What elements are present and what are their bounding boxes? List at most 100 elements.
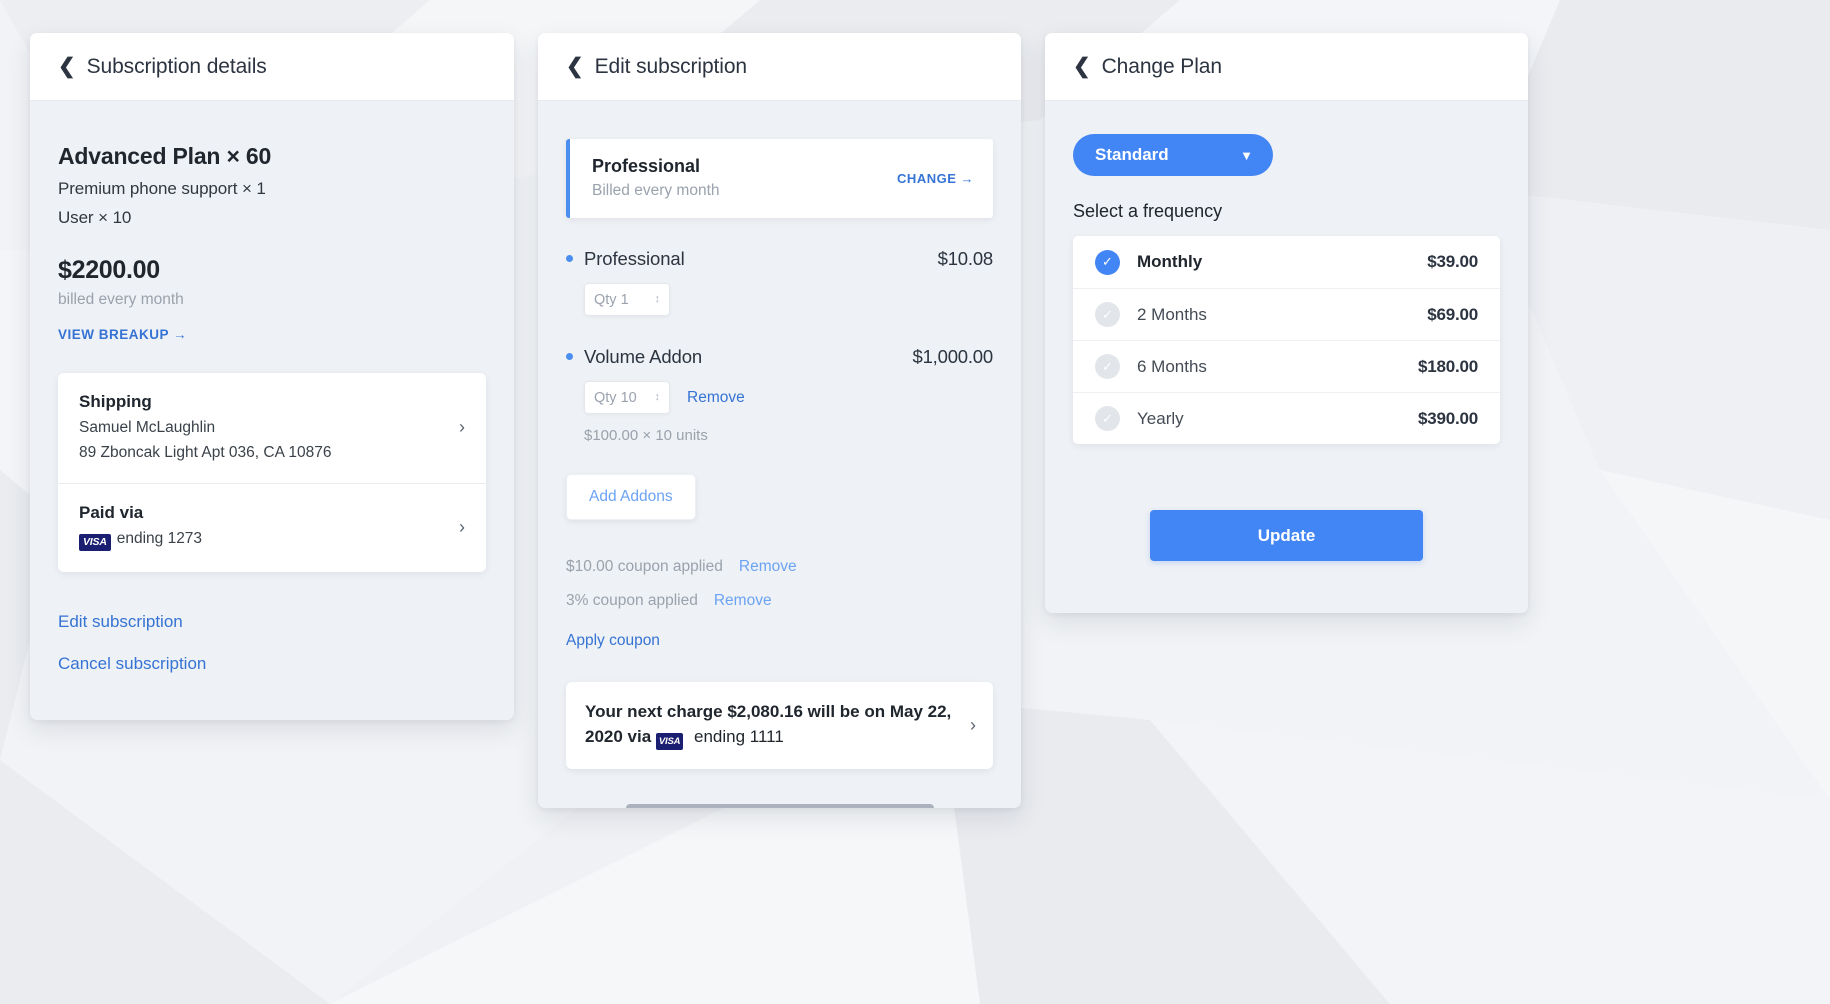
edit-panel-header: ❮ Edit subscription [538,33,1021,101]
current-plan-name: Professional [592,156,701,176]
shipping-row[interactable]: Shipping Samuel McLaughlin 89 Zboncak Li… [58,373,486,483]
line-item-header: Volume Addon $1,000.00 [566,346,993,368]
bullet-icon [566,353,573,360]
plan-addon-line-1: Premium phone support × 1 [58,179,266,198]
change-plan-link[interactable]: CHANGE → [897,171,974,186]
change-plan-panel: ❮ Change Plan Standard ▼ Select a freque… [1045,33,1528,613]
details-panel-title: Subscription details [86,54,267,78]
plan-addon-line-2: User × 10 [58,208,132,227]
quantity-stepper[interactable]: Qty 1 ↕ [584,283,670,316]
remove-line-item-link[interactable]: Remove [687,389,745,407]
stepper-updown-icon[interactable]: ↕ [655,392,661,403]
details-panel-body: Advanced Plan × 60 Premium phone support… [30,143,514,674]
line-item-name: Volume Addon [584,346,703,367]
current-plan-cycle: Billed every month [592,182,720,199]
remove-coupon-link[interactable]: Remove [739,558,797,576]
plan-billing-cycle: billed every month [58,291,184,308]
back-chevron-icon[interactable]: ❮ [566,56,584,77]
change-panel-body: Standard ▼ Select a frequency ✓ Monthly … [1045,101,1528,561]
next-charge-text: Your next charge $2,080.16 will be on Ma… [585,700,960,751]
coupon-text: $10.00 coupon applied [566,558,723,575]
frequency-name: 6 Months [1137,356,1207,376]
visa-card-icon: VISA [79,534,111,551]
quantity-stepper[interactable]: Qty 10 ↕ [584,381,670,414]
quantity-value: Qty 1 [594,291,629,308]
coupon-row: 3% coupon applied Remove [566,592,993,610]
plan-select-dropdown[interactable]: Standard ▼ [1073,134,1273,176]
current-plan-banner: Professional Billed every month CHANGE → [566,139,993,218]
details-action-links: Edit subscription Cancel subscription [58,612,486,674]
current-plan-text: Professional Billed every month [592,156,897,200]
check-circle-icon: ✓ [1095,354,1120,379]
line-item-name: Professional [584,248,685,269]
cancel-subscription-link[interactable]: Cancel subscription [58,654,486,674]
line-item-controls: Qty 1 ↕ [584,283,993,316]
back-chevron-icon[interactable]: ❮ [58,56,76,77]
details-panel-header: ❮ Subscription details [30,33,514,101]
remove-coupon-link[interactable]: Remove [714,592,772,610]
next-charge-card[interactable]: Your next charge $2,080.16 will be on Ma… [566,682,993,770]
paid-via-card-text: ending 1273 [116,530,203,547]
frequency-section-label: Select a frequency [1073,201,1223,221]
edit-subscription-panel: ❮ Edit subscription Professional Billed … [538,33,1021,808]
frequency-name: Yearly [1137,408,1184,428]
check-circle-icon: ✓ [1095,249,1120,275]
frequency-list: ✓ Monthly $39.00 ✓ 2 Months $69.00 ✓ 6 M… [1073,236,1500,444]
plan-select-value: Standard [1095,145,1169,164]
frequency-name: Monthly [1137,252,1203,271]
coupon-row: $10.00 coupon applied Remove [566,558,993,576]
paid-via-row[interactable]: Paid via VISA ending 1273 › [58,483,486,572]
shipping-address: 89 Zboncak Light Apt 036, CA 10876 [79,444,332,461]
edit-subscription-link[interactable]: Edit subscription [58,612,486,632]
line-item-price: $1,000.00 [912,346,993,367]
back-chevron-icon[interactable]: ❮ [1073,56,1091,77]
frequency-price: $390.00 [1417,408,1478,428]
frequency-price: $180.00 [1417,356,1478,376]
frequency-option-2-months[interactable]: ✓ 2 Months $69.00 [1073,288,1500,340]
check-circle-icon: ✓ [1095,406,1120,431]
add-addons-button[interactable]: Add Addons [566,474,696,520]
shipping-chevron-right-icon[interactable]: › [449,418,465,436]
bullet-icon [566,255,573,262]
coupon-section: $10.00 coupon applied Remove 3% coupon a… [566,558,993,650]
line-item-controls: Qty 10 ↕ Remove [584,381,993,414]
plan-title: Advanced Plan × 60 [58,143,272,169]
line-item: Volume Addon $1,000.00 Qty 10 ↕ Remove $… [566,346,993,444]
frequency-price: $69.00 [1427,304,1478,324]
edit-panel-title: Edit subscription [594,54,747,78]
stepper-updown-icon[interactable]: ↕ [655,294,661,305]
subscription-details-panel: ❮ Subscription details Advanced Plan × 6… [30,33,514,720]
paid-via-content: Paid via VISA ending 1273 [79,503,449,551]
line-item-header: Professional $10.08 [566,248,993,270]
line-item: Professional $10.08 Qty 1 ↕ [566,248,993,316]
edit-panel-body: Professional Billed every month CHANGE →… [538,139,1021,808]
paid-via-chevron-right-icon[interactable]: › [449,518,465,536]
shipping-name: Samuel McLaughlin [79,419,216,436]
change-panel-header: ❮ Change Plan [1045,33,1528,101]
line-item-price: $10.08 [937,248,994,269]
view-breakup-link[interactable]: VIEW BREAKUP → [58,327,187,342]
shipping-label: Shipping [79,392,152,411]
update-subscription-button[interactable]: Update Subscription ⟶ [625,804,934,808]
next-charge-tail: ending 1111 [689,726,784,746]
frequency-option-yearly[interactable]: ✓ Yearly $390.00 [1073,392,1500,444]
next-charge-chevron-right-icon[interactable]: › [960,716,976,734]
paid-via-label: Paid via [79,503,144,522]
update-plan-button[interactable]: Update [1150,510,1423,561]
frequency-price: $39.00 [1427,252,1478,271]
chevron-down-icon[interactable]: ▼ [1240,148,1253,163]
account-info-card: Shipping Samuel McLaughlin 89 Zboncak Li… [58,373,486,572]
visa-card-icon: VISA [655,732,684,751]
change-panel-title: Change Plan [1101,54,1222,78]
frequency-name: 2 Months [1137,304,1207,324]
apply-coupon-link[interactable]: Apply coupon [566,632,660,650]
plan-price: $2200.00 [58,256,160,284]
line-item-unit-note: $100.00 × 10 units [584,427,708,444]
check-circle-icon: ✓ [1095,302,1120,327]
frequency-option-monthly[interactable]: ✓ Monthly $39.00 [1073,236,1500,288]
coupon-text: 3% coupon applied [566,592,698,609]
shipping-content: Shipping Samuel McLaughlin 89 Zboncak Li… [79,392,449,462]
paid-via-card: VISA ending 1273 [79,530,449,551]
quantity-value: Qty 10 [594,389,637,406]
frequency-option-6-months[interactable]: ✓ 6 Months $180.00 [1073,340,1500,392]
